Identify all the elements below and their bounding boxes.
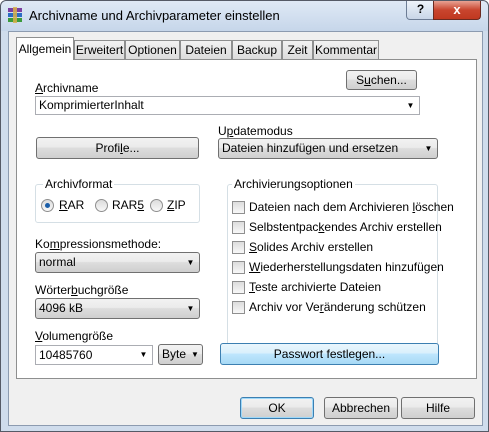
profile-button[interactable]: Profile...: [36, 137, 199, 159]
chevron-down-icon[interactable]: ▼: [182, 253, 199, 272]
radio-rar5[interactable]: [95, 199, 108, 212]
tab-panel-general: Suchen... Archivname KomprimierterInhalt…: [16, 59, 477, 379]
checkbox-delete-after-label[interactable]: Dateien nach dem Archivieren löschen: [249, 200, 454, 214]
close-button[interactable]: x: [433, 1, 481, 20]
radio-zip-label[interactable]: ZIP: [167, 198, 186, 212]
compression-label: Kompressionsmethode:: [35, 237, 162, 251]
radio-rar5-label[interactable]: RAR5: [112, 198, 144, 212]
archive-name-combo[interactable]: KomprimierterInhalt ▼: [35, 96, 420, 115]
compression-value: normal: [39, 255, 76, 269]
tab-zeit[interactable]: Zeit: [282, 40, 313, 59]
help-button[interactable]: Hilfe: [401, 397, 475, 419]
set-password-button[interactable]: Passwort festlegen...: [220, 343, 439, 365]
ok-button[interactable]: OK: [240, 397, 314, 419]
window-title: Archivname und Archivparameter einstelle…: [29, 8, 280, 23]
radio-zip[interactable]: [150, 199, 163, 212]
dictionary-label: Wörterbuchgröße: [35, 283, 129, 297]
tab-allgemein[interactable]: Allgemein: [16, 37, 74, 60]
tab-kommentar[interactable]: Kommentar: [313, 40, 379, 59]
tab-backup[interactable]: Backup: [232, 40, 282, 59]
volume-unit-select[interactable]: Byte ▼: [158, 344, 203, 365]
tab-erweitert[interactable]: Erweitert: [74, 40, 125, 59]
archive-format-group: Archivformat RAR RAR5 ZIP: [35, 177, 200, 223]
checkbox-solid[interactable]: [232, 241, 245, 254]
checkbox-recovery[interactable]: [232, 261, 245, 274]
volume-size-value: 10485760: [39, 348, 93, 362]
dictionary-value: 4096 kB: [39, 301, 84, 315]
dictionary-select[interactable]: 4096 kB ▼: [35, 298, 200, 319]
checkbox-solid-label[interactable]: Solides Archiv erstellen: [249, 240, 373, 254]
update-mode-select[interactable]: Dateien hinzufügen und ersetzen ▼: [218, 138, 438, 159]
title-bar[interactable]: Archivname und Archivparameter einstelle…: [1, 1, 488, 31]
dialog-client-area: Allgemein Erweitert Optionen Dateien Bac…: [8, 31, 483, 426]
tab-dateien[interactable]: Dateien: [180, 40, 232, 59]
checkbox-lock-label[interactable]: Archiv vor Veränderung schützen: [249, 300, 426, 314]
chevron-down-icon[interactable]: ▼: [135, 346, 152, 364]
compression-select[interactable]: normal ▼: [35, 252, 200, 273]
archive-name-value: KomprimierterInhalt: [39, 98, 144, 112]
checkbox-test-label[interactable]: Teste archivierte Dateien: [249, 280, 381, 294]
checkbox-test[interactable]: [232, 281, 245, 294]
cancel-button[interactable]: Abbrechen: [324, 397, 398, 419]
chevron-down-icon[interactable]: ▼: [182, 299, 199, 318]
chevron-down-icon[interactable]: ▼: [420, 139, 437, 158]
chevron-down-icon[interactable]: ▼: [188, 345, 202, 364]
volume-label: Volumengröße: [35, 329, 114, 343]
tab-optionen[interactable]: Optionen: [125, 40, 180, 59]
dialog-window: Archivname und Archivparameter einstelle…: [0, 0, 489, 432]
checkbox-lock[interactable]: [232, 301, 245, 314]
checkbox-sfx-label[interactable]: Selbstentpackendes Archiv erstellen: [249, 220, 442, 234]
radio-rar-label[interactable]: RAR: [59, 198, 84, 212]
update-mode-label: Updatemodus: [218, 124, 293, 138]
volume-size-combo[interactable]: 10485760 ▼: [35, 345, 153, 365]
archiving-options-title: Archivierungsoptionen: [232, 177, 355, 191]
winrar-app-icon: [8, 7, 22, 23]
search-button[interactable]: Suchen...: [346, 70, 417, 90]
help-titlebar-button[interactable]: ?: [406, 1, 435, 20]
radio-rar[interactable]: [41, 199, 54, 212]
checkbox-recovery-label[interactable]: Wiederherstellungsdaten hinzufügen: [249, 260, 444, 274]
chevron-down-icon[interactable]: ▼: [402, 97, 419, 114]
checkbox-sfx[interactable]: [232, 221, 245, 234]
volume-unit-value: Byte: [162, 347, 187, 361]
archiving-options-group: Archivierungsoptionen Dateien nach dem A…: [227, 177, 454, 346]
checkbox-delete-after[interactable]: [232, 201, 245, 214]
radio-selected-dot: [45, 203, 50, 208]
update-mode-value: Dateien hinzufügen und ersetzen: [222, 141, 399, 155]
archive-format-title: Archivformat: [43, 177, 115, 191]
archive-name-label: Archivname: [35, 81, 99, 95]
